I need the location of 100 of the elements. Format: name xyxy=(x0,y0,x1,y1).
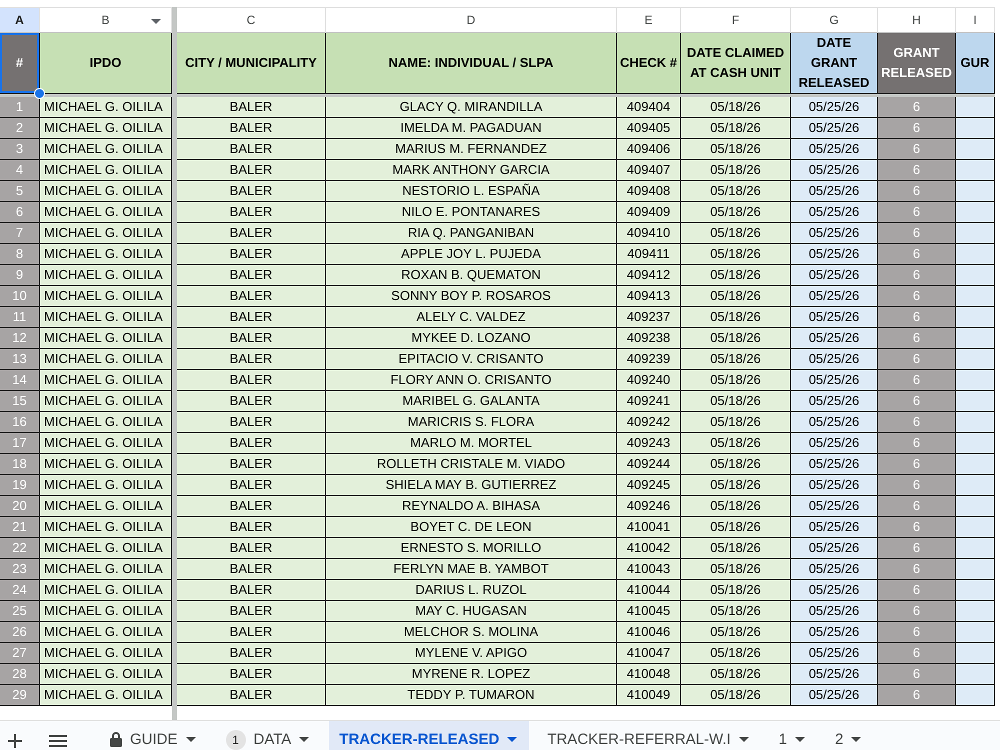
row-number-cell: 8 xyxy=(0,244,40,265)
row-number-cell: 25 xyxy=(0,601,40,622)
sheet-tab[interactable]: 1 DATA xyxy=(216,721,322,750)
table-cell: 05/25/26 xyxy=(791,118,878,139)
table-cell: MARIUS M. FERNANDEZ xyxy=(326,139,617,160)
table-cell: MARICRIS S. FLORA xyxy=(326,412,617,433)
table-cell: BALER xyxy=(177,97,326,118)
table-cell: 409405 xyxy=(617,118,681,139)
caret-icon[interactable] xyxy=(151,19,161,24)
column-header: DATE CLAIMED AT CASH UNIT xyxy=(681,33,791,94)
table-cell: 05/18/26 xyxy=(681,328,791,349)
row-number-cell: 21 xyxy=(0,517,40,538)
table-cell: 6 xyxy=(878,538,956,559)
table-cell: 6 xyxy=(878,244,956,265)
sheet-tab[interactable]: GUIDE xyxy=(100,721,208,750)
table-cell: MICHAEL G. OILILA xyxy=(40,580,172,601)
selection-handle[interactable] xyxy=(34,88,45,99)
column-header: CITY / MUNICIPALITY xyxy=(177,33,326,94)
row-number-cell: 9 xyxy=(0,265,40,286)
table-cell: 6 xyxy=(878,664,956,685)
caret-icon[interactable] xyxy=(738,737,749,742)
table-cell: 409244 xyxy=(617,454,681,475)
table-cell: BALER xyxy=(177,307,326,328)
table-cell: 05/25/26 xyxy=(791,622,878,643)
table-cell: 05/18/26 xyxy=(681,496,791,517)
table-cell: 409409 xyxy=(617,202,681,223)
table-cell: 05/18/26 xyxy=(681,643,791,664)
table-cell: 409242 xyxy=(617,412,681,433)
sheet-tab[interactable]: TRACKER-RELEASED xyxy=(329,721,530,750)
caret-icon[interactable] xyxy=(851,737,862,742)
table-cell: 05/18/26 xyxy=(681,181,791,202)
table-cell: MAY C. HUGASAN xyxy=(326,601,617,622)
sheet-tab[interactable]: 1 xyxy=(768,721,818,750)
table-cell: MICHAEL G. OILILA xyxy=(40,202,172,223)
table-cell: BALER xyxy=(177,370,326,391)
column-letter[interactable]: A xyxy=(0,7,40,33)
menu-icon[interactable] xyxy=(49,734,67,746)
table-cell: 05/25/26 xyxy=(791,475,878,496)
table-cell: MICHAEL G. OILILA xyxy=(40,265,172,286)
table-cell: 05/25/26 xyxy=(791,202,878,223)
table-cell: 409239 xyxy=(617,349,681,370)
row-number-cell: 14 xyxy=(0,370,40,391)
table-cell: BALER xyxy=(177,685,326,706)
sheet-tab[interactable]: 2 xyxy=(825,721,874,750)
table-cell: IMELDA M. PAGADUAN xyxy=(326,118,617,139)
column-header: CHECK # xyxy=(617,33,681,94)
table-cell: 05/18/26 xyxy=(681,160,791,181)
table-cell: 409406 xyxy=(617,139,681,160)
table-cell: MICHAEL G. OILILA xyxy=(40,475,172,496)
table-cell: 6 xyxy=(878,496,956,517)
caret-icon[interactable] xyxy=(795,737,806,742)
column-letter[interactable]: C xyxy=(177,7,326,33)
table-cell: 05/25/26 xyxy=(791,580,878,601)
table-cell: EPITACIO V. CRISANTO xyxy=(326,349,617,370)
table-cell: 409411 xyxy=(617,244,681,265)
table-cell: MELCHOR S. MOLINA xyxy=(326,622,617,643)
table-cell: 05/18/26 xyxy=(681,601,791,622)
plus-icon[interactable] xyxy=(8,734,22,748)
table-cell: 05/18/26 xyxy=(681,286,791,307)
table-cell: MICHAEL G. OILILA xyxy=(40,286,172,307)
table-cell: BALER xyxy=(177,118,326,139)
table-cell: 410049 xyxy=(617,685,681,706)
table-cell: BALER xyxy=(177,580,326,601)
table-cell: 05/25/26 xyxy=(791,328,878,349)
table-cell: BALER xyxy=(177,475,326,496)
table-cell: MICHAEL G. OILILA xyxy=(40,643,172,664)
table-cell: MICHAEL G. OILILA xyxy=(40,517,172,538)
table-cell: 05/18/26 xyxy=(681,265,791,286)
row-number-cell: 23 xyxy=(0,559,40,580)
table-cell: MICHAEL G. OILILA xyxy=(40,349,172,370)
table-cell: ROLLETH CRISTALE M. VIADO xyxy=(326,454,617,475)
table-cell: ALELY C. VALDEZ xyxy=(326,307,617,328)
table-cell: 410041 xyxy=(617,517,681,538)
caret-icon[interactable] xyxy=(507,737,518,742)
table-cell: 05/25/26 xyxy=(791,559,878,580)
table-cell: 409408 xyxy=(617,181,681,202)
row-number-cell: 29 xyxy=(0,685,40,706)
column-letter[interactable]: F xyxy=(681,7,791,33)
table-cell: BALER xyxy=(177,139,326,160)
table-cell: 6 xyxy=(878,622,956,643)
table-cell: 6 xyxy=(878,685,956,706)
caret-icon[interactable] xyxy=(299,737,310,742)
table-cell: 05/18/26 xyxy=(681,307,791,328)
table-cell: 410045 xyxy=(617,601,681,622)
row-number-cell: 12 xyxy=(0,328,40,349)
table-cell: 05/25/26 xyxy=(791,433,878,454)
caret-icon[interactable] xyxy=(186,737,196,742)
table-cell: 05/25/26 xyxy=(791,538,878,559)
table-cell: 05/25/26 xyxy=(791,349,878,370)
table-cell: MICHAEL G. OILILA xyxy=(40,601,172,622)
table-cell: BALER xyxy=(177,265,326,286)
column-letter[interactable]: D xyxy=(326,7,617,33)
table-cell: 409412 xyxy=(617,265,681,286)
column-letter[interactable]: B xyxy=(40,7,172,33)
table-cell: 409245 xyxy=(617,475,681,496)
table-cell: MICHAEL G. OILILA xyxy=(40,664,172,685)
row-number-cell: 11 xyxy=(0,307,40,328)
table-cell: MICHAEL G. OILILA xyxy=(40,244,172,265)
sheet-tab[interactable]: TRACKER-REFERRAL-W.I xyxy=(537,721,761,750)
column-header: GUR xyxy=(956,33,995,94)
